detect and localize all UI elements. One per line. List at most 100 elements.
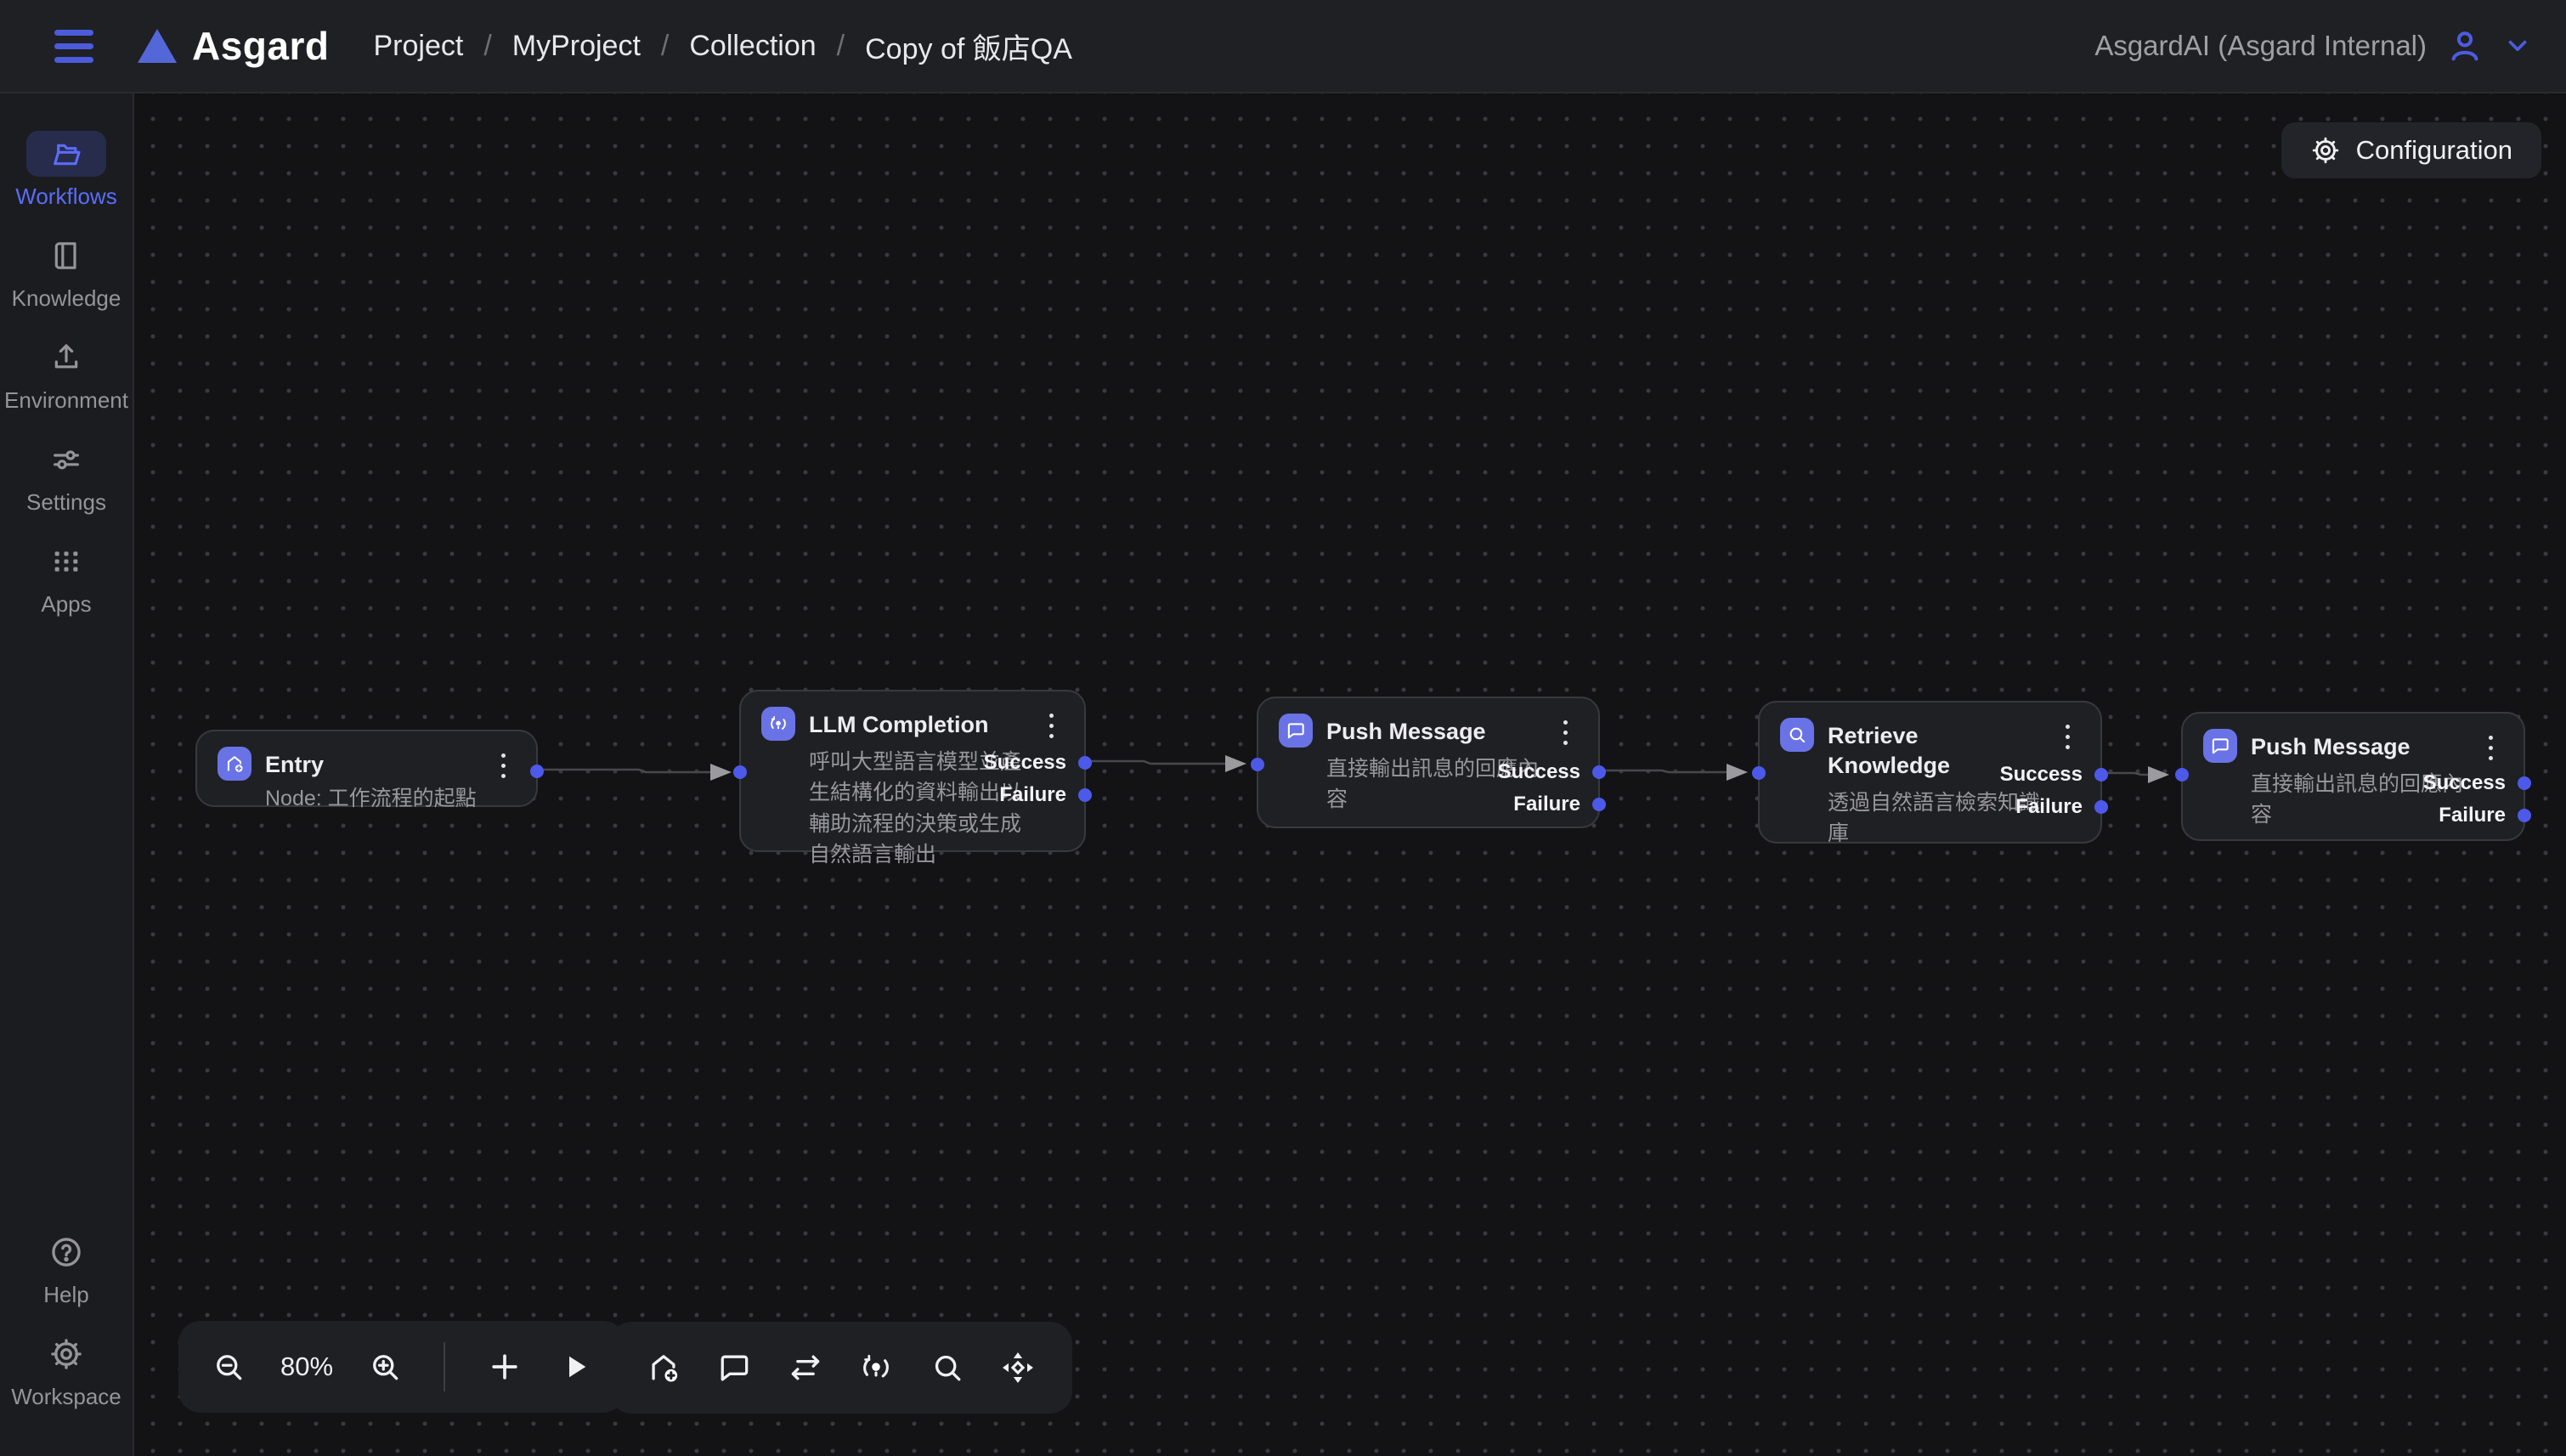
zoom-out-button[interactable] [211,1349,246,1385]
input-port[interactable] [1752,766,1766,780]
node-title: Push Message [1326,714,1551,747]
breadcrumb-collection[interactable]: Collection [689,30,816,63]
sidebar-item-label: Workspace [11,1384,122,1410]
node-push-message-1[interactable]: Push Message 直接輸出訊息的回應內容 Success Failure [1257,697,1600,828]
sidebar-item-label: Help [43,1282,88,1308]
output-port-success[interactable]: Success [2423,770,2531,796]
gear-icon [2310,135,2341,166]
zoom-toolbar: 80% [178,1321,625,1413]
sidebar-item-apps[interactable]: Apps [26,539,106,618]
output-port-failure[interactable]: Failure [2439,803,2531,828]
folder-icon [49,137,83,171]
apps-grid-icon [49,545,83,578]
llm-bulb-rotate-icon [761,707,795,741]
node-title: LLM Completion [809,707,1034,740]
chevron-down-icon[interactable] [2503,31,2532,60]
output-port-failure[interactable]: Failure [2015,794,2108,820]
search-icon [1780,718,1814,752]
account-menu[interactable]: AsgardAI (Asgard Internal) [2094,26,2532,65]
sidebar-item-environment[interactable]: Environment [4,335,128,414]
palette-llm-bulb-rotate-icon[interactable] [857,1349,895,1386]
node-title: Push Message [2251,729,2476,762]
app-logo[interactable]: Asgard [138,23,329,69]
palette-move-diamond-icon[interactable] [999,1349,1037,1386]
breadcrumb-myproject[interactable]: MyProject [512,30,641,63]
book-icon [49,239,83,273]
node-entry[interactable]: Entry Node: 工作流程的起點 [195,730,538,807]
sidebar-item-label: Environment [4,387,128,414]
port-label: Failure [1513,793,1580,816]
palette-entry-home-plus-icon[interactable] [645,1349,682,1386]
chat-bubble-icon [2203,729,2237,763]
palette-swap-arrows-icon[interactable] [787,1349,824,1386]
node-menu-icon[interactable] [1037,708,1065,742]
node-menu-icon[interactable] [1551,715,1580,749]
input-port[interactable] [1251,758,1264,771]
sidebar-item-workflows[interactable]: Workflows [15,131,116,210]
output-port-success[interactable]: Success [2000,762,2108,787]
node-llm-completion[interactable]: LLM Completion 呼叫大型語言模型並產生結構化的資料輸出以輔助流程的… [739,690,1086,852]
menu-icon[interactable] [54,26,93,65]
app-window: Asgard Project / MyProject / Collection … [0,0,2566,1456]
sidebar: Workflows Knowledge Environment Settings… [0,93,134,1456]
node-menu-icon[interactable] [489,748,517,782]
port-label: Success [984,751,1066,775]
configuration-button[interactable]: Configuration [2281,122,2541,178]
upload-icon [49,341,83,375]
input-port[interactable] [733,765,747,779]
add-node-button[interactable] [486,1348,523,1385]
breadcrumb-project[interactable]: Project [373,30,463,63]
zoom-level: 80% [280,1352,333,1382]
breadcrumb-separator: / [661,30,669,63]
sidebar-item-settings[interactable]: Settings [26,437,106,516]
chat-bubble-icon [1279,714,1313,748]
sidebar-item-label: Knowledge [12,285,122,312]
toolbar-divider [444,1342,445,1391]
zoom-in-button[interactable] [367,1349,403,1385]
port-label: Success [1498,760,1580,784]
sidebar-item-knowledge[interactable]: Knowledge [12,233,122,312]
port-label: Failure [2439,804,2506,827]
sidebar-item-label: Apps [41,591,91,618]
breadcrumb-separator: / [483,30,491,63]
node-push-message-2[interactable]: Push Message 直接輸出訊息的回應內容 Success Failure [2181,712,2525,841]
node-menu-icon[interactable] [2476,731,2505,765]
input-port[interactable] [2175,768,2189,782]
output-port-failure[interactable]: Failure [1513,792,1606,817]
port-label: Success [2000,763,2083,787]
palette-chat-bubble-icon[interactable] [715,1349,753,1386]
node-menu-icon[interactable] [2053,720,2082,753]
top-bar: Asgard Project / MyProject / Collection … [0,0,2566,93]
sidebar-item-help[interactable]: Help [26,1229,106,1308]
sliders-icon [49,443,83,477]
entry-home-plus-icon [218,747,252,781]
sidebar-item-label: Settings [26,489,106,516]
port-label: Failure [999,783,1066,807]
sidebar-item-label: Workflows [15,183,116,210]
workflow-canvas[interactable]: Entry Node: 工作流程的起點 LLM Completion 呼叫大型語… [134,93,2566,1456]
output-port[interactable] [530,759,544,784]
breadcrumb-separator: / [837,30,845,63]
triangle-logo-icon [138,29,177,63]
logo-text: Asgard [192,23,329,69]
help-circle-icon [48,1234,84,1270]
user-icon [2445,26,2484,65]
gear-icon [48,1336,84,1372]
node-title: Entry [265,747,477,780]
breadcrumb-current[interactable]: Copy of 飯店QA [865,25,1072,67]
configuration-label: Configuration [2356,135,2512,166]
account-label: AsgardAI (Asgard Internal) [2094,30,2427,62]
output-port-failure[interactable]: Failure [999,782,1092,808]
node-retrieve-knowledge[interactable]: Retrieve Knowledge 透過自然語言檢索知識庫 Success F… [1758,701,2102,844]
palette-search-icon[interactable] [929,1349,966,1386]
sidebar-item-workspace[interactable]: Workspace [11,1331,122,1410]
node-title: Retrieve Knowledge [1828,718,2010,781]
node-palette-toolbar [609,1322,1072,1414]
output-port-success[interactable]: Success [984,750,1092,776]
node-subtitle: Node: 工作流程的起點 [265,783,477,814]
run-workflow-button[interactable] [557,1349,593,1385]
port-label: Success [2423,771,2506,795]
breadcrumb: Project / MyProject / Collection / Copy … [373,25,1071,67]
port-label: Failure [2015,795,2083,819]
output-port-success[interactable]: Success [1498,759,1606,785]
